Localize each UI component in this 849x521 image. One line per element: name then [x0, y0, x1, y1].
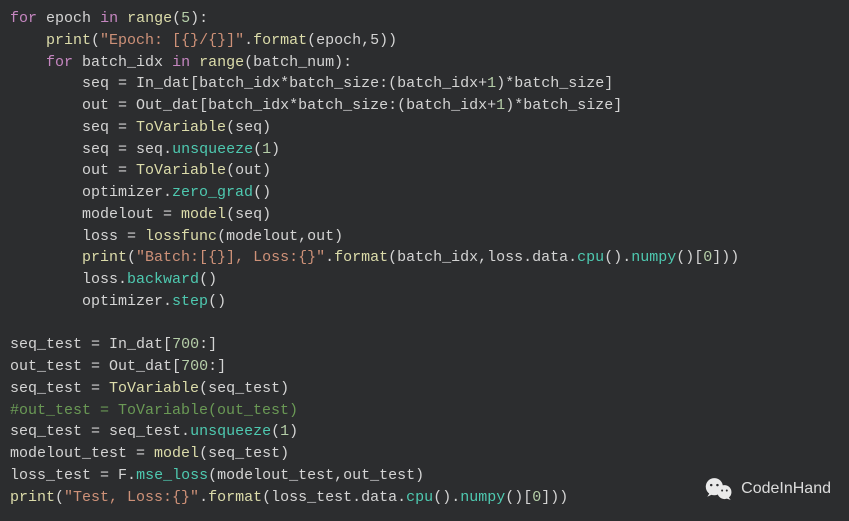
code-line: print("Epoch: [{}/{}]".format(epoch,5))	[10, 30, 839, 52]
code-line: loss.backward()	[10, 269, 839, 291]
code-line: seq_test = ToVariable(seq_test)	[10, 378, 839, 400]
code-line: seq_test = seq_test.unsqueeze(1)	[10, 421, 839, 443]
code-block: for epoch in range(5): print("Epoch: [{}…	[10, 8, 839, 508]
code-line: for epoch in range(5):	[10, 8, 839, 30]
code-line: out = ToVariable(out)	[10, 160, 839, 182]
code-line: optimizer.step()	[10, 291, 839, 313]
code-line: modelout_test = model(seq_test)	[10, 443, 839, 465]
wechat-icon	[705, 475, 733, 503]
code-line: seq = seq.unsqueeze(1)	[10, 139, 839, 161]
code-line: loss = lossfunc(modelout,out)	[10, 226, 839, 248]
code-line: out_test = Out_dat[700:]	[10, 356, 839, 378]
code-line: seq = In_dat[batch_idx*batch_size:(batch…	[10, 73, 839, 95]
code-line: modelout = model(seq)	[10, 204, 839, 226]
code-comment: #out_test = ToVariable(out_test)	[10, 400, 839, 422]
code-line: print("Batch:[{}], Loss:{}".format(batch…	[10, 247, 839, 269]
watermark: CodeInHand	[705, 475, 831, 503]
watermark-text: CodeInHand	[741, 477, 831, 500]
code-line: out = Out_dat[batch_idx*batch_size:(batc…	[10, 95, 839, 117]
code-line: optimizer.zero_grad()	[10, 182, 839, 204]
blank-line	[10, 313, 839, 335]
code-line: seq = ToVariable(seq)	[10, 117, 839, 139]
code-line: for batch_idx in range(batch_num):	[10, 52, 839, 74]
code-line: seq_test = In_dat[700:]	[10, 334, 839, 356]
